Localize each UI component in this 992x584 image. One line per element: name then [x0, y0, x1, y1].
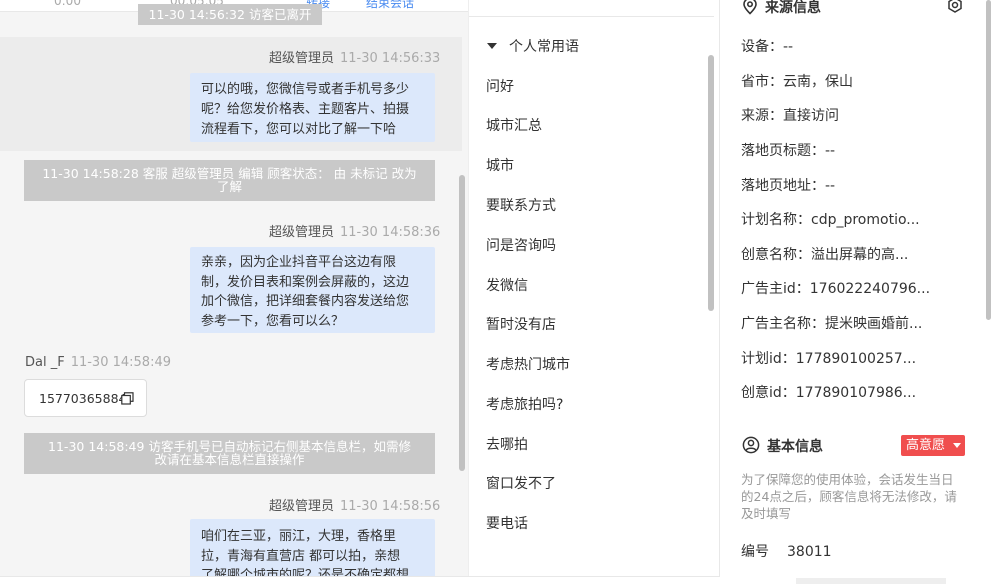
message-time: 11-30 14:58:56 [340, 499, 441, 514]
info-source: 来源：直接访问 [741, 108, 839, 124]
info-region: 省市：云南，保山 [741, 74, 853, 90]
header-item: 0:00 [54, 0, 81, 8]
intent-label: 高意愿 [906, 438, 946, 453]
intent-dropdown[interactable]: 高意愿 [901, 435, 965, 456]
phrase-item[interactable]: 考虑旅拍吗? [486, 394, 563, 414]
message-line: 参考一下，您看可以么？ [201, 313, 345, 329]
number-label: 编号 [741, 544, 769, 560]
phrase-item[interactable]: 窗口发不了 [486, 473, 556, 493]
phrase-item[interactable]: 问好 [486, 76, 514, 96]
phrase-item[interactable]: 要电话 [486, 513, 528, 533]
info-plan-id: 计划id：177890100257... [741, 351, 917, 367]
source-info-title: 来源信息 [742, 0, 821, 17]
info-plan-name: 计划名称：cdp_promotio... [741, 212, 920, 228]
message-line: 可以的哦，您微信号或者手机号多少 [201, 82, 410, 97]
input-field-edge [796, 578, 946, 584]
chat-scrollbar[interactable] [459, 175, 465, 471]
message-line: 流程看下，您可以对比了解一下哈 [201, 122, 397, 137]
phrase-item[interactable]: 城市汇总 [486, 115, 542, 135]
agent-message-bubble: 咱们在三亚，丽江，大理，香格里 拉，青海有直营店 都可以拍，亲想 了解哪个城市的… [190, 519, 435, 584]
caret-down-icon [487, 43, 497, 49]
phone-number: 15770365884 [39, 391, 127, 406]
message-time: 11-30 14:58:49 [70, 355, 171, 370]
phrase-item[interactable]: 考虑热门城市 [486, 354, 570, 374]
basic-info-title: 基本信息 [742, 436, 823, 456]
customer-info-panel: 来源信息 设备：-- 省市：云南，保山 来源：直接访问 落地页标题：-- 落地页… [720, 0, 992, 584]
system-notice: 11-30 14:58:28 客服 超级管理员 编辑 顾客状态： 由 未标记 改… [24, 160, 435, 201]
user-circle-icon [742, 436, 760, 454]
sender-name: 超级管理员 [269, 499, 335, 514]
message-line: 呢？给您发价格表、主题客片、拍摄 [201, 102, 410, 117]
edit-notice: 为了保障您的使用体验，会话发生当日的24点之后，顾客信息将无法修改，请及时填写 [741, 472, 957, 521]
agent-message-bubble: 亲亲，因为企业抖音平台这边有限 制，发价目表和案例会屏蔽的，这边 加个微信，把详… [190, 247, 435, 333]
message-meta: 超级管理员 11-30 14:58:36 [269, 221, 440, 240]
message-meta: Dal _F 11-30 14:58:49 [25, 355, 171, 370]
agent-message-bubble: 可以的哦，您微信号或者手机号多少 呢？给您发价格表、主题客片、拍摄 流程看下，您… [190, 73, 435, 142]
phrase-item[interactable]: 去哪拍 [486, 434, 528, 454]
notice-line: 了解 [216, 179, 242, 194]
phrase-item[interactable]: 暂时没有店 [486, 314, 556, 334]
message-meta: 超级管理员 11-30 14:58:56 [269, 495, 440, 514]
sender-name: 超级管理员 [269, 51, 335, 66]
info-scrollbar[interactable] [986, 0, 991, 320]
phrase-item[interactable]: 问是咨询吗 [486, 235, 556, 255]
system-notice: 11-30 14:56:32 访客已离开 [138, 4, 322, 25]
divider [469, 16, 714, 17]
customer-number: 编号 38011 [741, 541, 832, 561]
chat-panel: 0:00 00:05:05 转接 结束会话 11-30 14:56:32 访客已… [0, 0, 468, 584]
number-value: 38011 [787, 544, 832, 560]
info-creative-name: 创意名称：溢出屏幕的高... [741, 247, 909, 263]
info-device: 设备：-- [741, 39, 794, 55]
message-time: 11-30 14:58:36 [340, 225, 441, 240]
message-line: 咱们在三亚，丽江，大理，香格里 [201, 529, 397, 544]
section-label: 基本信息 [767, 439, 823, 455]
info-creative-id: 创意id：177890107986... [741, 385, 917, 401]
message-line: 制，发价目表和案例会屏蔽的，这边 [201, 274, 410, 290]
chat-input-edge [0, 576, 720, 584]
phrase-group-header[interactable]: 个人常用语 [487, 36, 579, 56]
message-line: 拉，青海有直营店 都可以拍，亲想 [201, 548, 401, 564]
info-advertiser-id: 广告主id：176022240796... [741, 281, 931, 297]
phrase-item[interactable]: 要联系方式 [486, 195, 556, 215]
app-root: 0:00 00:05:05 转接 结束会话 11-30 14:56:32 访客已… [0, 0, 992, 584]
notice-line: 改请在基本信息栏直接操作 [154, 452, 305, 467]
info-advertiser-name: 广告主名称：提米映画婚前... [741, 316, 923, 332]
settings-icon[interactable] [946, 0, 964, 14]
visitor-phone-card: 15770365884 [24, 379, 147, 417]
info-landing-url: 落地页地址：-- [741, 178, 836, 194]
info-landing-title: 落地页标题：-- [741, 143, 836, 159]
system-notice: 11-30 14:58:49 访客手机号已自动标记右侧基本信息栏，如需修 改请在… [24, 433, 435, 474]
phrase-group-label: 个人常用语 [509, 39, 579, 55]
phrase-item[interactable]: 城市 [486, 155, 514, 175]
location-pin-icon [743, 0, 757, 15]
message-line: 亲亲，因为企业抖音平台这边有限 [201, 255, 397, 270]
sender-name: 超级管理员 [269, 225, 335, 240]
quick-phrases-panel: 个人常用语 问好 城市汇总 城市 要联系方式 问是咨询吗 发微信 暂时没有店 考… [468, 0, 720, 584]
phrase-item[interactable]: 发微信 [486, 275, 528, 295]
message-meta: 超级管理员 11-30 14:56:33 [269, 47, 440, 66]
copy-icon[interactable] [121, 392, 134, 405]
phrases-scrollbar[interactable] [708, 55, 714, 311]
caret-down-icon [953, 443, 961, 448]
message-time: 11-30 14:56:33 [340, 51, 441, 66]
visitor-name: Dal _F [25, 355, 65, 370]
end-session-link[interactable]: 结束会话 [366, 0, 414, 11]
section-label: 来源信息 [765, 0, 821, 16]
message-line: 加个微信，把详细套餐内容发送给您 [201, 294, 410, 309]
